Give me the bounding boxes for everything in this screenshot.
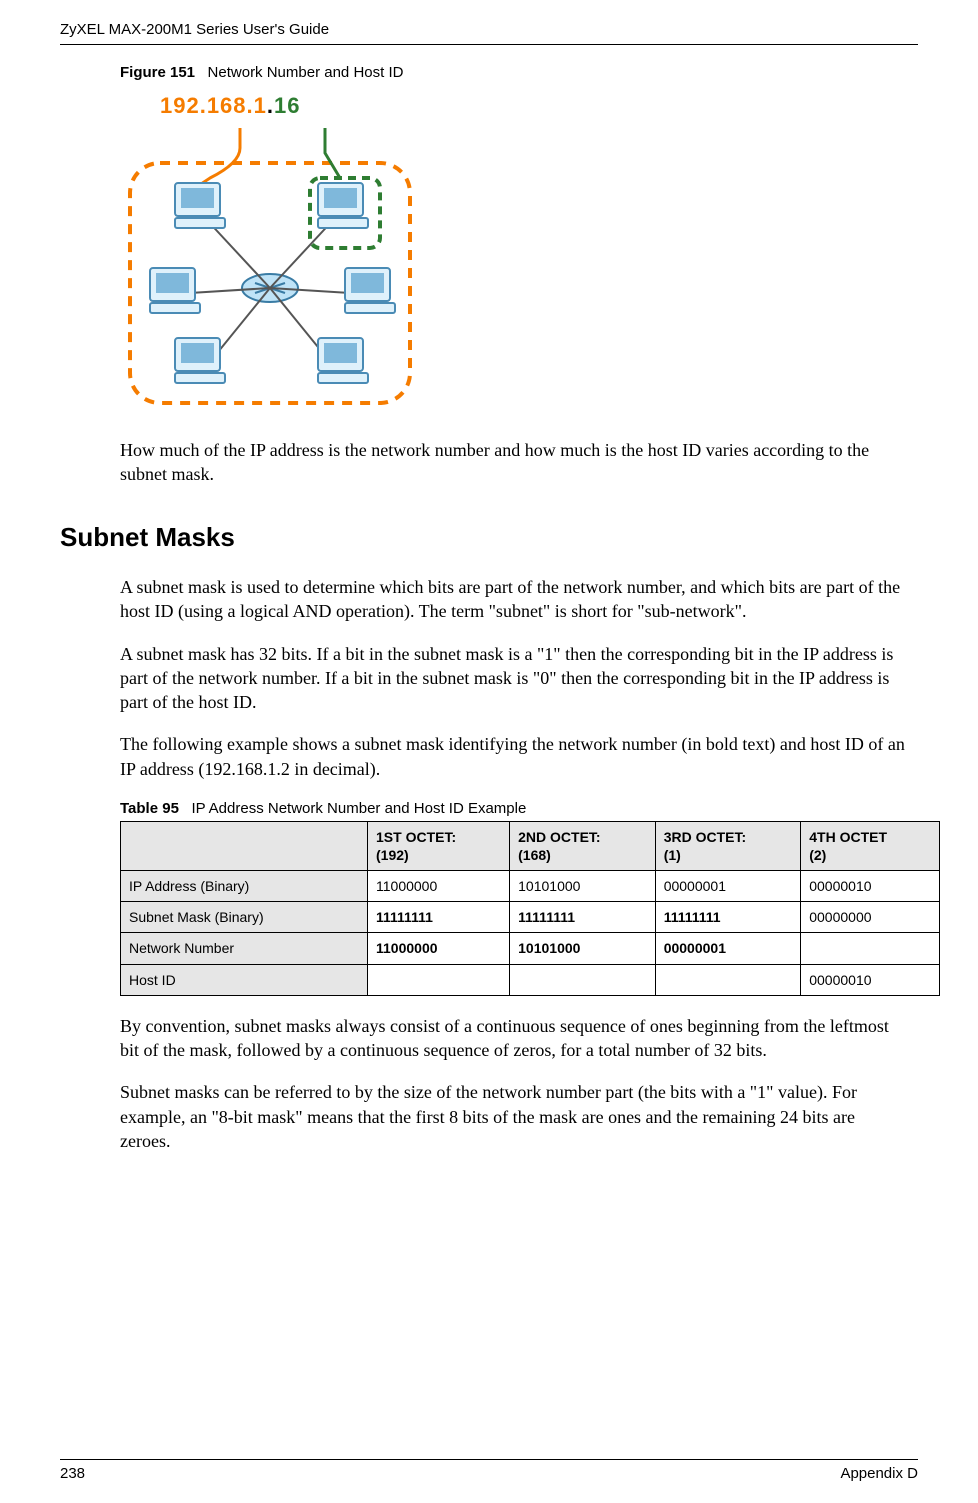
page-footer: 238 Appendix D [60,1459,918,1484]
table-title: IP Address Network Number and Host ID Ex… [191,800,526,817]
cell: 00000010 [801,964,940,995]
cell: 00000001 [655,870,801,901]
cell: 11000000 [368,933,510,964]
ip-dot: . [267,93,274,118]
cell: 11000000 [368,870,510,901]
ip-address-label: 192.168.1.16 [160,92,918,121]
cell [510,964,656,995]
ip-table: 1ST OCTET: (192) 2ND OCTET: (168) 3RD OC… [120,821,940,996]
table-row: IP Address (Binary) 11000000 10101000 00… [121,870,940,901]
th-octet4: 4TH OCTET (2) [801,821,940,870]
figure-caption: Figure 151 Network Number and Host ID [120,63,918,83]
paragraph-5: By convention, subnet masks always consi… [120,1014,908,1063]
paragraph-3: A subnet mask has 32 bits. If a bit in t… [120,642,908,715]
section-heading-subnet-masks: Subnet Masks [60,521,918,555]
row-label: Host ID [121,964,368,995]
cell: 00000010 [801,870,940,901]
network-diagram [120,123,420,413]
cell: 11111111 [510,902,656,933]
cell: 11111111 [655,902,801,933]
figure-label: Figure 151 [120,64,195,81]
row-label: Network Number [121,933,368,964]
th-octet3: 3RD OCTET: (1) [655,821,801,870]
ip-host-part: 16 [274,93,300,118]
figure-title: Network Number and Host ID [208,64,404,81]
page-number: 238 [60,1464,85,1484]
figure-box: 192.168.1.16 [120,92,918,413]
cell: 00000001 [655,933,801,964]
doc-title: ZyXEL MAX-200M1 Series User's Guide [60,21,329,38]
cell: 10101000 [510,870,656,901]
cell: 00000000 [801,902,940,933]
cell [368,964,510,995]
th-octet1: 1ST OCTET: (192) [368,821,510,870]
paragraph-4: The following example shows a subnet mas… [120,732,908,781]
section-name: Appendix D [840,1464,918,1484]
paragraph-1: How much of the IP address is the networ… [120,438,908,487]
cell [655,964,801,995]
cell: 11111111 [368,902,510,933]
paragraph-6: Subnet masks can be referred to by the s… [120,1080,908,1153]
ip-network-part: 192.168.1 [160,93,267,118]
cell [801,933,940,964]
table-label: Table 95 [120,800,179,817]
th-octet2: 2ND OCTET: (168) [510,821,656,870]
doc-header: ZyXEL MAX-200M1 Series User's Guide [60,20,918,45]
table-row: Subnet Mask (Binary) 11111111 11111111 1… [121,902,940,933]
paragraph-2: A subnet mask is used to determine which… [120,575,908,624]
table-row: Host ID 00000010 [121,964,940,995]
page: ZyXEL MAX-200M1 Series User's Guide Figu… [0,0,978,1503]
th-blank [121,821,368,870]
row-label: Subnet Mask (Binary) [121,902,368,933]
table-row: Network Number 11000000 10101000 0000000… [121,933,940,964]
table-header-row: 1ST OCTET: (192) 2ND OCTET: (168) 3RD OC… [121,821,940,870]
table-caption: Table 95 IP Address Network Number and H… [120,799,918,819]
row-label: IP Address (Binary) [121,870,368,901]
cell: 10101000 [510,933,656,964]
